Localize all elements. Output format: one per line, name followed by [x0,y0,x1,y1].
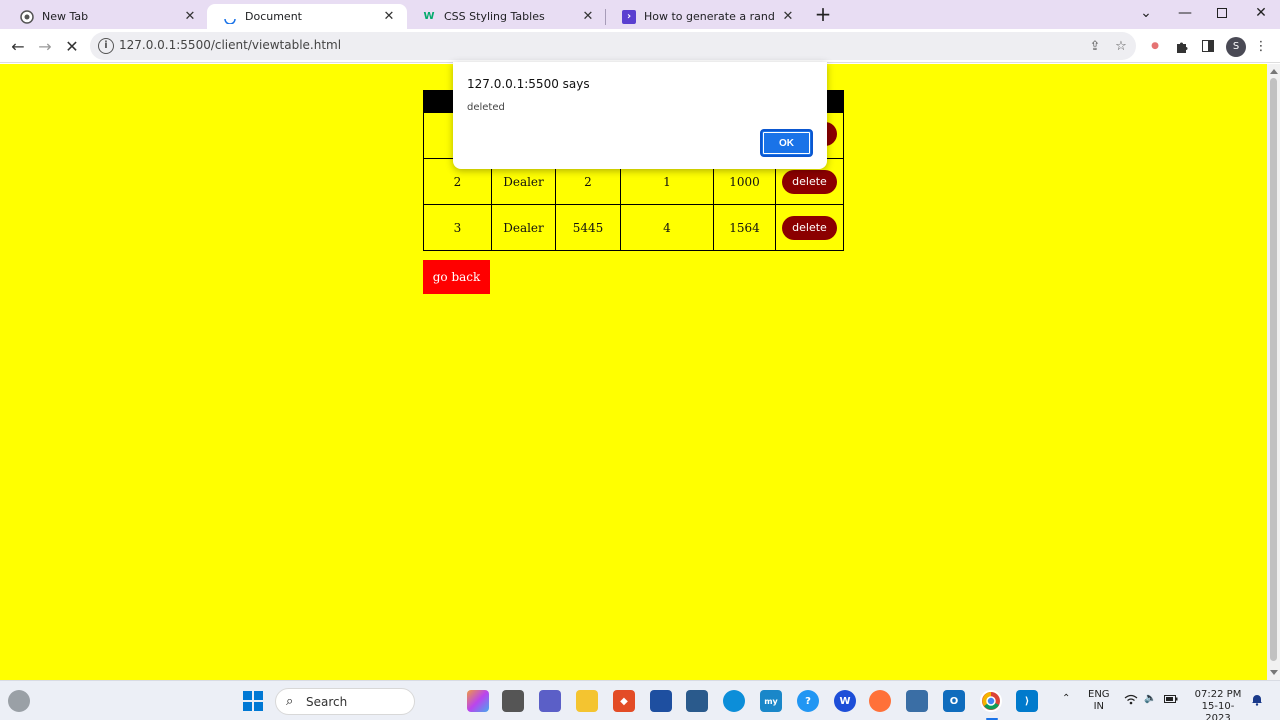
language-indicator[interactable]: ENG IN [1088,689,1110,713]
tab-search-chevron-icon[interactable]: ⌄ [1127,2,1165,24]
chrome-icon [20,9,34,24]
loading-spinner-icon [223,10,237,24]
table-cell: 5445 [555,204,621,251]
battery-icon[interactable] [1164,694,1178,708]
scroll-up-arrow-icon[interactable] [1270,69,1278,74]
tab-new-tab[interactable]: New Tab ✕ [4,4,208,29]
show-hidden-icons-chevron-icon[interactable]: ⌃ [1062,693,1070,705]
forward-arrow-icon[interactable]: → [33,34,57,58]
new-tab-button[interactable]: + [812,4,834,26]
close-icon[interactable]: ✕ [580,9,596,25]
profile-avatar[interactable]: S [1226,37,1246,57]
search-label: Search [306,695,348,709]
table-row: 3 Dealer 5445 4 1564 delete [423,204,844,251]
clock-date: 15-10-2023 [1201,701,1235,720]
close-window-button[interactable]: ✕ [1242,2,1280,24]
table-cell: 1564 [713,204,776,251]
system-clock[interactable]: 07:22 PM 15-10-2023 [1190,689,1246,720]
scroll-down-arrow-icon[interactable] [1270,670,1278,675]
region-label: IN [1093,701,1104,712]
word-icon[interactable]: W [834,690,856,712]
notification-bell-icon[interactable] [1251,693,1263,710]
windows-taskbar: ⌕ Search ◆ my ? W O ⟩ ⌃ ENG IN 🔈 07:22 P… [0,680,1280,720]
edge-icon[interactable] [723,690,745,712]
share-icon[interactable]: ⇪ [1086,37,1104,55]
tab-label: Document [245,10,302,23]
outlook-icon[interactable]: O [943,690,965,712]
tab-document[interactable]: Document ✕ [207,4,407,29]
table-cell: delete [775,204,844,251]
chrome-taskbar-icon[interactable] [980,690,1002,712]
sql-icon[interactable] [686,690,708,712]
mysql-icon[interactable]: my [760,690,782,712]
tab-strip: New Tab ✕ Document ✕ W CSS Styling Table… [0,0,1280,29]
table-cell: 3 [423,204,492,251]
extension-record-icon[interactable]: ● [1146,37,1164,55]
teams-chat-icon[interactable] [539,690,561,712]
windows-start-icon[interactable] [242,690,264,712]
tab-css-styling-tables[interactable]: W CSS Styling Tables ✕ [406,4,606,29]
url-text[interactable]: 127.0.0.1:5500/client/viewtable.html [119,38,341,52]
back-arrow-icon[interactable]: ← [6,34,30,58]
side-panel-icon[interactable] [1199,37,1217,55]
firefox-icon[interactable] [869,690,891,712]
wifi-icon[interactable] [1124,694,1138,709]
extensions-puzzle-icon[interactable] [1172,37,1190,55]
delete-button[interactable]: delete [782,169,837,194]
language-label: ENG [1088,689,1110,700]
bookmark-star-icon[interactable]: ☆ [1112,37,1130,55]
table-cell: 4 [620,204,714,251]
help-icon[interactable]: ? [797,690,819,712]
store-icon[interactable] [650,690,672,712]
alert-dialog: 127.0.0.1:5500 says deleted OK [453,62,827,169]
minimize-button[interactable]: — [1166,2,1204,24]
taskbar-search[interactable]: ⌕ Search [275,688,415,715]
more-menu-icon[interactable]: ⋮ [1252,37,1270,55]
close-icon[interactable]: ✕ [381,9,397,25]
file-explorer-icon[interactable] [576,690,598,712]
address-bar[interactable]: i 127.0.0.1:5500/client/viewtable.html ⇪… [90,32,1136,60]
tab-label: CSS Styling Tables [444,10,545,23]
table-cell: Dealer [491,204,556,251]
close-icon[interactable]: ✕ [182,9,198,25]
tab-random-number[interactable]: › How to generate a random num ✕ [606,4,806,29]
copilot-icon[interactable] [467,690,489,712]
volume-icon[interactable]: 🔈 [1144,693,1156,705]
stop-loading-icon[interactable]: ✕ [60,34,84,58]
powershell-icon: › [622,9,636,24]
dialog-title: 127.0.0.1:5500 says [467,77,590,91]
search-icon: ⌕ [286,694,294,709]
close-icon[interactable]: ✕ [780,9,796,25]
task-view-icon[interactable] [502,690,524,712]
clock-time: 07:22 PM [1194,689,1242,700]
tab-label: How to generate a random num [644,10,774,23]
scroll-thumb[interactable] [1270,78,1277,661]
vscode-icon[interactable]: ⟩ [1016,690,1038,712]
dialog-message: deleted [467,102,505,113]
widgets-icon[interactable] [8,690,30,712]
virtualbox-icon[interactable] [906,690,928,712]
maximize-button[interactable] [1203,2,1241,24]
git-icon[interactable]: ◆ [613,690,635,712]
ok-button[interactable]: OK [760,129,813,157]
delete-button[interactable]: delete [782,215,837,240]
site-info-icon[interactable]: i [98,38,114,54]
tab-label: New Tab [42,10,89,23]
browser-toolbar: ← → ✕ i 127.0.0.1:5500/client/viewtable.… [0,29,1280,63]
page-scrollbar[interactable] [1267,64,1280,680]
w3schools-icon: W [423,11,435,22]
go-back-button[interactable]: go back [423,260,490,294]
